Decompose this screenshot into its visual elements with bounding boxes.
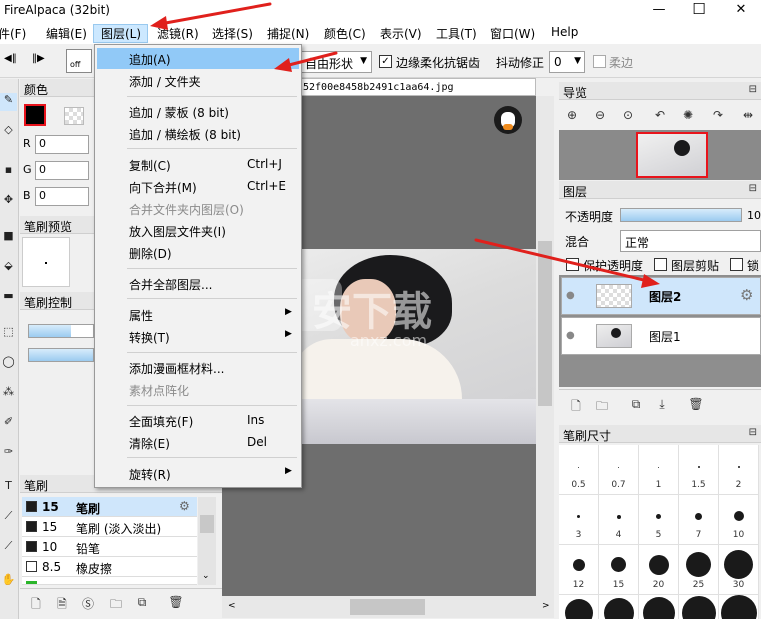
arrow-head <box>150 16 168 30</box>
annotation-arrow-layer <box>474 238 650 283</box>
annotation-arrows <box>150 2 660 288</box>
arrow-head <box>274 58 292 72</box>
annotation-arrow-add <box>283 51 338 68</box>
annotation-arrow-menu <box>158 2 272 26</box>
arrow-head <box>641 274 660 288</box>
